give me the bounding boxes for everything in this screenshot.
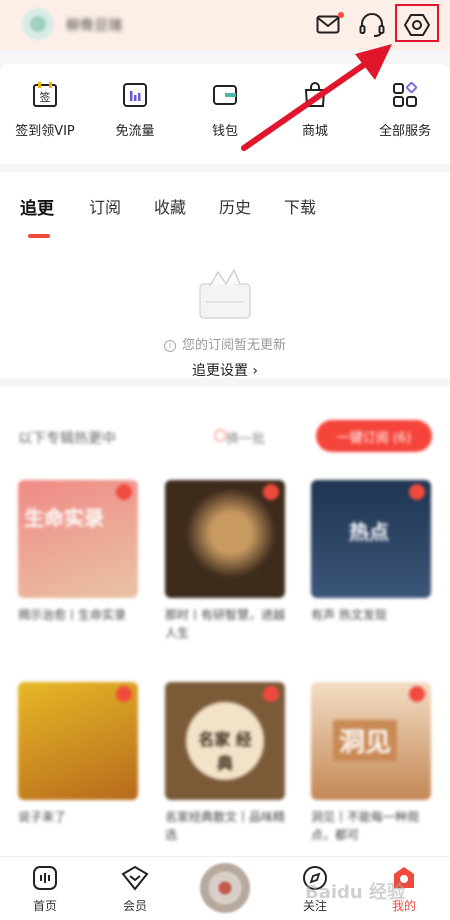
nav-label: 首页 <box>32 899 57 913</box>
album-title: 揭示治愈丨生命实录 <box>18 608 127 622</box>
active-tab-indicator <box>28 234 50 238</box>
service-label: 钱包 <box>211 124 238 139</box>
mail-icon[interactable] <box>314 10 344 40</box>
service-traffic[interactable]: 免流量 <box>90 80 180 139</box>
tab-downloads[interactable]: 下载 <box>284 194 316 218</box>
album-cover: 热点 <box>311 480 431 598</box>
album-card[interactable]: 那时丨有研智慧，进越人生 <box>165 480 285 642</box>
nav-home[interactable]: 首页 <box>15 863 75 914</box>
album-cover <box>165 480 285 598</box>
traffic-icon <box>120 80 150 110</box>
subscribe-badge-icon <box>409 484 425 500</box>
tab-follow-updates[interactable]: 追更 <box>20 194 54 219</box>
album-title: 洞见丨不能每一种观点，都可 <box>311 810 420 842</box>
top-bar: 柳骨旦瑞 <box>0 0 450 50</box>
cover-text: 洞见 <box>333 720 398 761</box>
cover-text: 热点 <box>349 520 389 544</box>
player-disc-icon[interactable] <box>200 863 250 913</box>
album-cover <box>18 682 138 800</box>
service-label: 商城 <box>301 124 328 139</box>
service-label: 签到领VIP <box>15 124 75 139</box>
album-card[interactable]: 生命实录 揭示治愈丨生命实录 <box>18 480 138 642</box>
nav-vip[interactable]: 会员 <box>105 863 165 914</box>
sign-in-icon: 签 <box>30 80 60 110</box>
grid-icon <box>390 80 420 110</box>
subscribe-all-button[interactable]: 一键订阅 (6) <box>316 420 432 452</box>
album-cover: 名家 经典 <box>165 682 285 800</box>
avatar[interactable] <box>22 8 54 40</box>
subscribe-badge-icon <box>263 686 279 702</box>
service-sign-in[interactable]: 签 签到领VIP <box>0 80 90 139</box>
service-all[interactable]: 全部服务 <box>360 80 450 139</box>
empty-box-illustration <box>188 264 262 324</box>
service-shop[interactable]: 商城 <box>270 80 360 139</box>
headset-icon[interactable] <box>357 10 387 40</box>
album-title: 说子来了 <box>18 810 67 824</box>
album-card[interactable]: 洞见 洞见丨不能每一种观点，都可 <box>311 682 431 844</box>
album-title: 有声 热文发现 <box>311 608 387 622</box>
username[interactable]: 柳骨旦瑞 <box>66 15 122 35</box>
album-card[interactable]: 说子来了 <box>18 682 138 844</box>
subscribe-badge-icon <box>409 686 425 702</box>
recommend-title: 以下专辑热更中 <box>18 431 116 447</box>
subscribe-badge-icon <box>116 686 132 702</box>
settings-hexagon-icon[interactable] <box>402 10 432 40</box>
shop-icon <box>300 80 330 110</box>
service-label: 免流量 <box>115 124 155 139</box>
tab-favorites[interactable]: 收藏 <box>154 194 186 218</box>
watermark: Baidu 经验 <box>305 882 406 903</box>
service-label: 全部服务 <box>378 124 431 139</box>
album-title: 名家经典散文丨品味精选 <box>165 810 285 842</box>
home-icon <box>30 863 60 893</box>
cover-text: 生命实录 <box>24 506 104 530</box>
tab-subscriptions[interactable]: 订阅 <box>89 194 121 218</box>
nav-label: 会员 <box>122 899 147 913</box>
recommendation-section: 以下专辑热更中 换一批 一键订阅 (6) 生命实录 揭示治愈丨生命实录 那时丨有… <box>0 386 450 856</box>
empty-message: i 您的订阅暂无更新 <box>0 334 450 353</box>
vip-diamond-icon <box>120 863 150 893</box>
album-card[interactable]: 名家 经典 名家经典散文丨品味精选 <box>165 682 285 844</box>
wallet-icon <box>210 80 240 110</box>
album-title: 那时丨有研智慧，进越人生 <box>165 608 285 640</box>
album-cover: 生命实录 <box>18 480 138 598</box>
tab-bar: 追更 订阅 收藏 历史 下载 <box>0 188 450 238</box>
subscribe-badge-icon <box>263 484 279 500</box>
subscription-panel: 追更 订阅 收藏 历史 下载 i 您的订阅暂无更新 追更设置 › <box>0 172 450 380</box>
info-icon: i <box>163 340 176 352</box>
album-cover: 洞见 <box>311 682 431 800</box>
notification-dot <box>338 12 344 18</box>
refresh-button[interactable]: 换一批 <box>226 428 265 447</box>
subscribe-badge-icon <box>116 484 132 500</box>
services-row: 签 签到领VIP 免流量 钱包 商城 全部服务 <box>0 64 450 164</box>
svg-text:签: 签 <box>40 90 51 104</box>
tab-history[interactable]: 历史 <box>219 194 251 218</box>
album-card[interactable]: 热点 有声 热文发现 <box>311 480 431 642</box>
service-wallet[interactable]: 钱包 <box>180 80 270 139</box>
empty-message-text: 您的订阅暂无更新 <box>181 338 286 353</box>
follow-settings-link[interactable]: 追更设置 › <box>0 360 450 380</box>
cover-text: 名家 经典 <box>198 730 252 773</box>
